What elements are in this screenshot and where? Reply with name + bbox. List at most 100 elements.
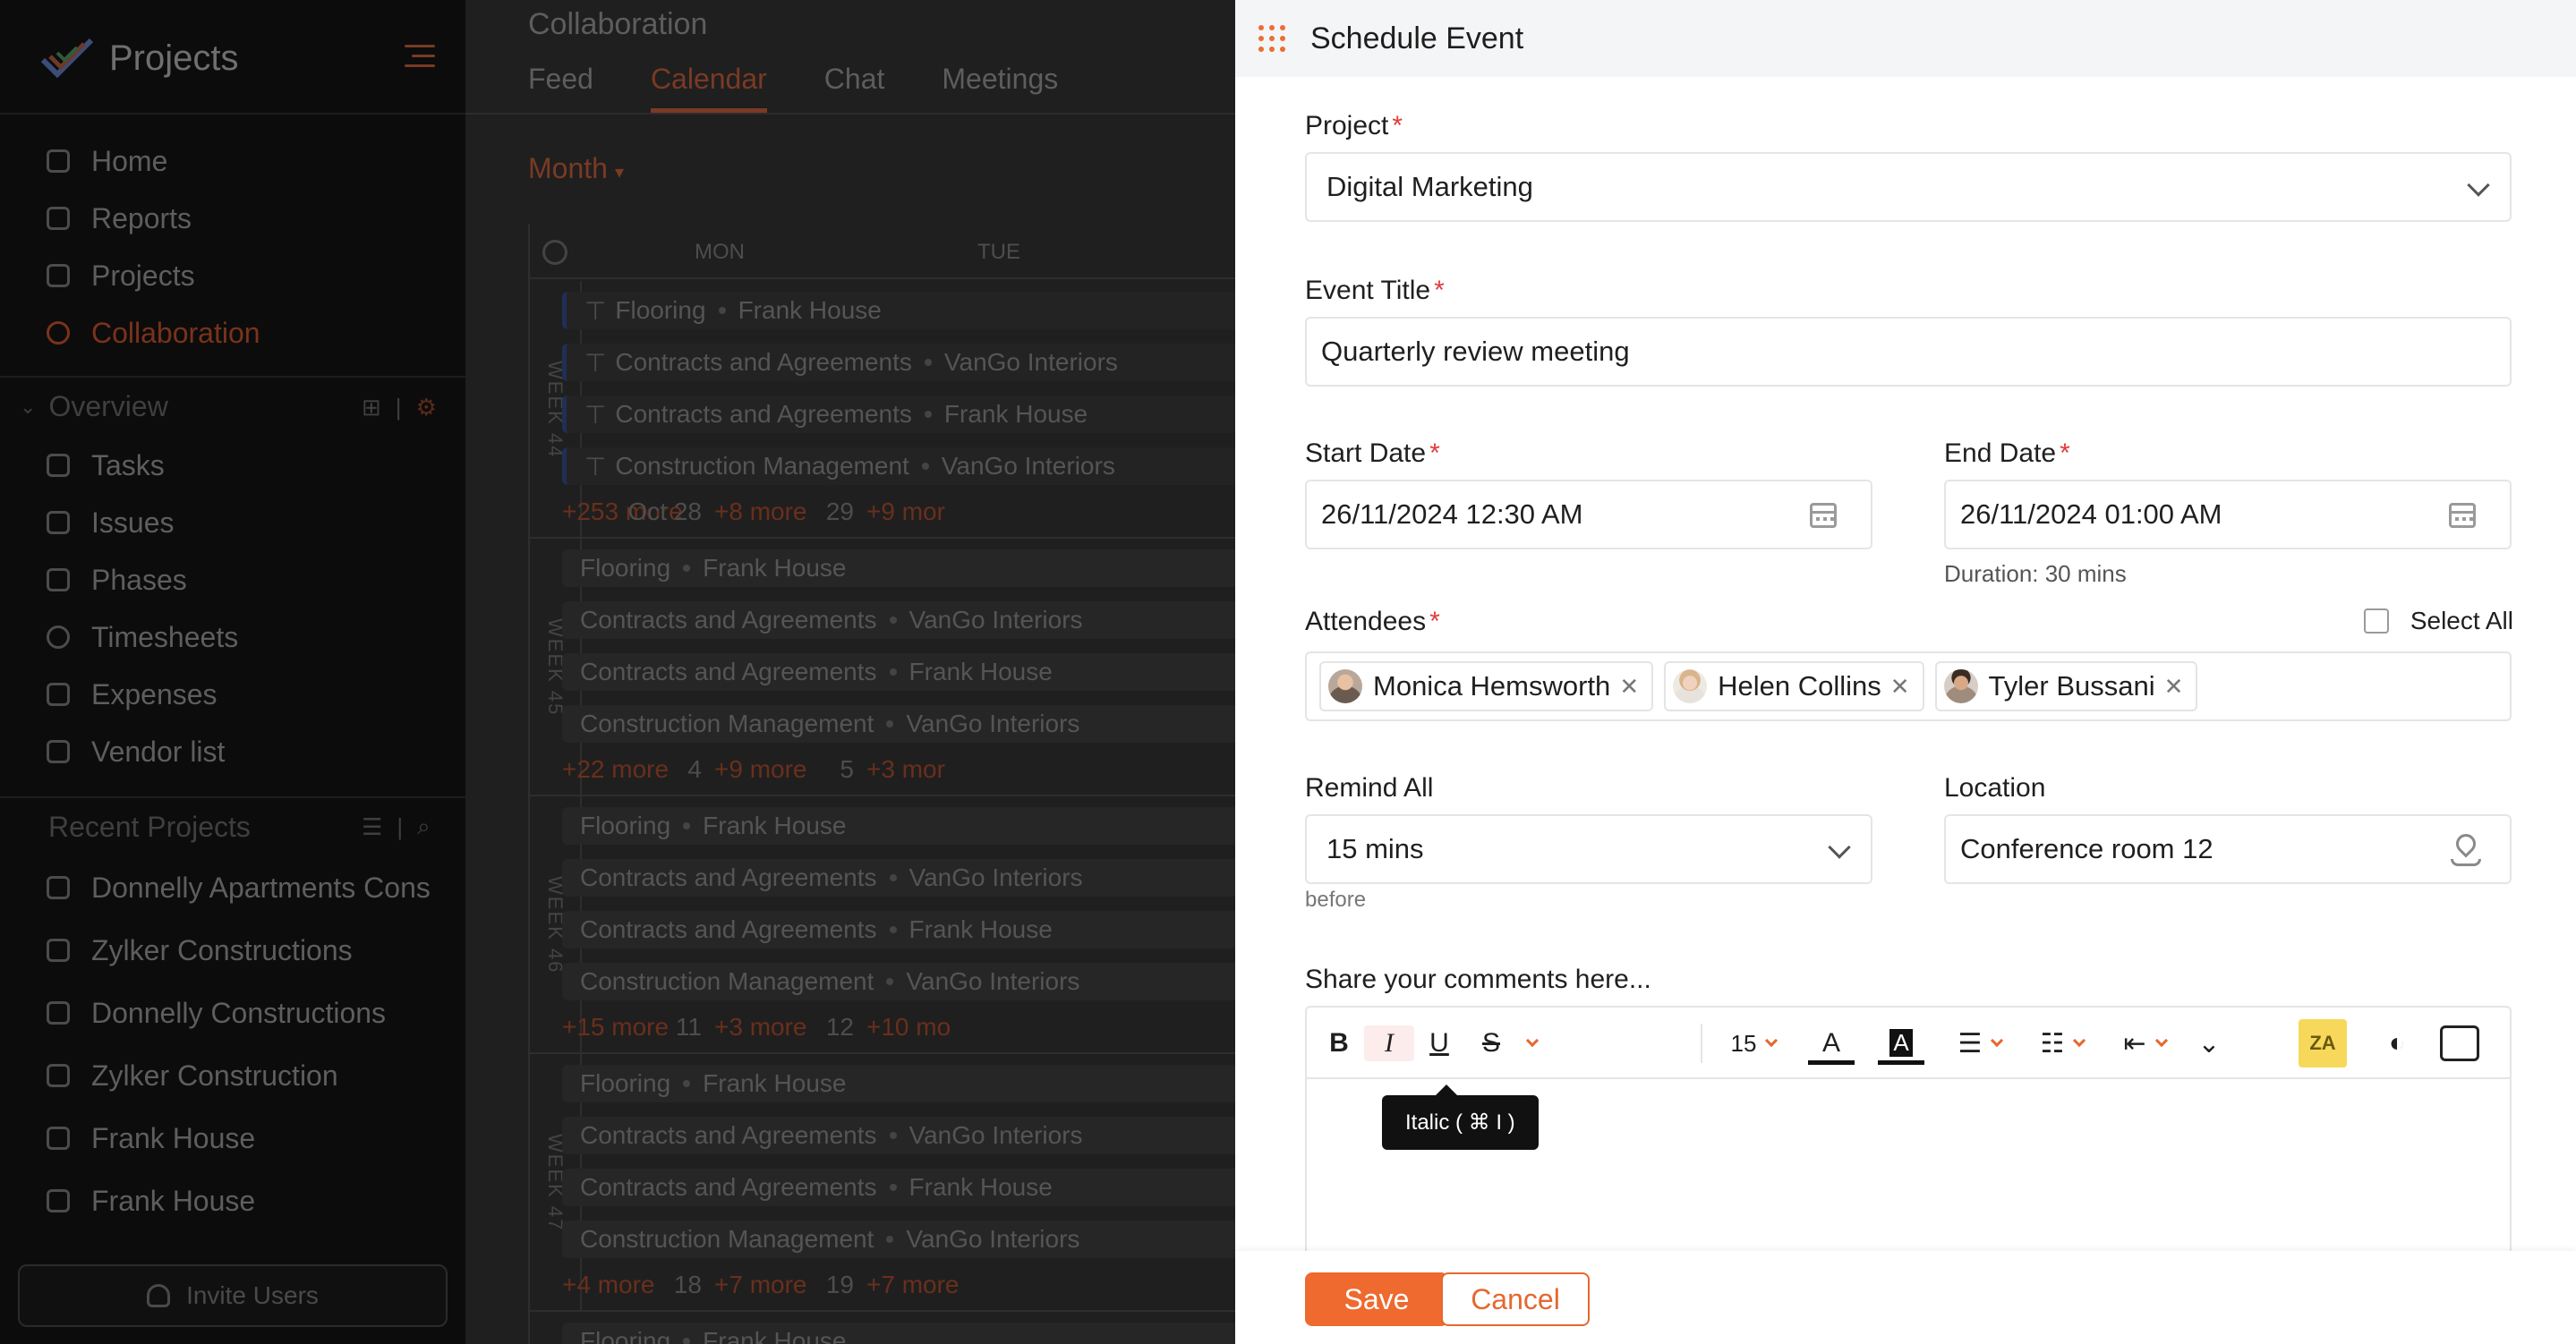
- nav-phases[interactable]: Phases: [47, 562, 187, 598]
- event-title-input[interactable]: Quarterly review meeting: [1305, 317, 2512, 387]
- recent-project-item[interactable]: Donnelly Constructions: [47, 995, 386, 1031]
- cancel-button[interactable]: Cancel: [1441, 1272, 1590, 1326]
- add-icon[interactable]: ⊞: [362, 394, 381, 421]
- calendar-icon[interactable]: [2449, 503, 2476, 528]
- select-all-toggle[interactable]: Select All: [2363, 607, 2513, 635]
- app-brand[interactable]: Projects: [39, 30, 239, 86]
- calendar-event[interactable]: Contracts and Agreements Frank House: [562, 911, 1235, 948]
- more-events-link[interactable]: +9 more: [714, 755, 807, 784]
- sync-icon[interactable]: [542, 240, 567, 265]
- remove-icon[interactable]: ✕: [1619, 673, 1639, 701]
- nav-expenses[interactable]: Expenses: [47, 676, 218, 712]
- remove-icon[interactable]: ✕: [2164, 673, 2184, 701]
- recent-project-item[interactable]: Zylker Construction: [47, 1058, 338, 1093]
- remind-select[interactable]: 15 mins: [1305, 814, 1872, 884]
- more-events-link[interactable]: +22 more: [562, 755, 669, 784]
- align-dropdown[interactable]: ☰: [1948, 1025, 2012, 1061]
- more-events-link[interactable]: +15 more: [562, 1013, 669, 1042]
- more-events-link[interactable]: +3 mor: [866, 755, 945, 784]
- nav-vendor-list[interactable]: Vendor list: [47, 734, 225, 770]
- calendar-event[interactable]: Contracts and Agreements Frank House: [562, 653, 1235, 691]
- remove-icon[interactable]: ✕: [1890, 673, 1910, 701]
- list-dropdown[interactable]: ☷: [2030, 1025, 2094, 1061]
- more-events-link[interactable]: +9 mor: [866, 498, 945, 526]
- overview-section-toggle[interactable]: ⌄ Overview: [20, 390, 168, 423]
- invite-label: Invite Users: [186, 1281, 319, 1309]
- more-events-link[interactable]: +7 more: [866, 1271, 960, 1299]
- recent-project-item[interactable]: Zylker Constructions: [47, 932, 353, 968]
- fullscreen-icon[interactable]: [2440, 1025, 2479, 1061]
- separator-dot: [924, 411, 932, 418]
- theme-toggle-icon[interactable]: ◐: [2377, 1025, 2417, 1061]
- recent-project-item[interactable]: Frank House: [47, 1183, 255, 1219]
- calendar-event[interactable]: ⊤ Construction Management VanGo Interiors: [562, 447, 1235, 485]
- nav-collaboration[interactable]: Collaboration: [47, 315, 260, 351]
- calendar-event[interactable]: Contracts and Agreements VanGo Interiors: [562, 601, 1235, 639]
- strikethrough-icon[interactable]: S: [1475, 1025, 1507, 1061]
- location-input[interactable]: Conference room 12: [1944, 814, 2512, 884]
- duration-text: Duration: 30 mins: [1944, 560, 2127, 587]
- select-all-checkbox[interactable]: [2363, 608, 2389, 634]
- more-tools-icon[interactable]: ⌄: [2193, 1025, 2225, 1061]
- more-events-link[interactable]: +10 mo: [866, 1013, 951, 1042]
- calendar-event[interactable]: ⊤ Contracts and Agreements Frank House: [562, 396, 1235, 433]
- recent-project-item[interactable]: Donnelly Apartments Cons: [47, 870, 431, 906]
- indent-dropdown[interactable]: ⇤: [2112, 1025, 2177, 1061]
- more-events-link[interactable]: +4 more: [562, 1271, 655, 1299]
- font-size-dropdown[interactable]: 15: [1713, 1025, 1794, 1061]
- recent-project-item[interactable]: Frank House: [47, 1120, 255, 1156]
- filter-icon[interactable]: ☰: [362, 813, 382, 841]
- more-events-link[interactable]: +7 more: [714, 1271, 807, 1299]
- tab-chat[interactable]: Chat: [824, 63, 885, 113]
- calendar-event[interactable]: Construction Management VanGo Interiors: [562, 1221, 1235, 1258]
- nav-reports[interactable]: Reports: [47, 200, 192, 236]
- calendar-event[interactable]: Flooring Frank House: [562, 1065, 1235, 1102]
- calendar-event[interactable]: ⊤ Flooring Frank House: [562, 292, 1235, 329]
- calendar-event[interactable]: Contracts and Agreements VanGo Interiors: [562, 859, 1235, 897]
- event-task: Flooring: [615, 296, 706, 324]
- event-task: Flooring: [580, 1069, 671, 1097]
- nav-home[interactable]: Home: [47, 143, 167, 179]
- view-mode-dropdown[interactable]: Month ▾: [528, 152, 624, 185]
- zia-assist-icon[interactable]: ZA: [2299, 1019, 2347, 1068]
- settings-icon[interactable]: ⚙: [416, 394, 437, 421]
- calendar-event[interactable]: Construction Management VanGo Interiors: [562, 963, 1235, 1000]
- milestone-icon: ⊤: [584, 348, 607, 377]
- hamburger-menu-icon[interactable]: [405, 45, 435, 68]
- calendar-icon[interactable]: [1810, 503, 1837, 528]
- calendar-event[interactable]: Flooring Frank House: [562, 549, 1235, 587]
- app-grid-icon[interactable]: [1258, 25, 1285, 52]
- folder-icon: [47, 939, 70, 962]
- more-events-link[interactable]: +8 more: [714, 498, 807, 526]
- nav-tasks[interactable]: Tasks: [47, 447, 165, 483]
- invite-users-button[interactable]: Invite Users: [18, 1264, 448, 1327]
- nav-issues[interactable]: Issues: [47, 505, 174, 540]
- more-format-dropdown[interactable]: [1511, 1025, 1543, 1061]
- tab-calendar[interactable]: Calendar: [650, 63, 767, 113]
- separator-dot: [886, 720, 894, 727]
- calendar-event[interactable]: Contracts and Agreements VanGo Interiors: [562, 1117, 1235, 1154]
- nav-label: Collaboration: [91, 316, 260, 349]
- calendar-event[interactable]: Flooring Frank House: [562, 1323, 1235, 1344]
- highlight-color-icon[interactable]: A: [1878, 1025, 1924, 1065]
- attendees-input[interactable]: Monica Hemsworth ✕ Helen Collins ✕ Tyler B…: [1305, 651, 2512, 721]
- nav-projects[interactable]: Projects: [47, 258, 195, 293]
- calendar-event[interactable]: Contracts and Agreements Frank House: [562, 1169, 1235, 1206]
- text-color-icon[interactable]: A: [1808, 1025, 1855, 1065]
- calendar-event[interactable]: Construction Management VanGo Interiors: [562, 705, 1235, 743]
- project-select[interactable]: Digital Marketing: [1305, 152, 2512, 222]
- italic-icon[interactable]: I: [1364, 1025, 1414, 1061]
- calendar-event[interactable]: Flooring Frank House: [562, 807, 1235, 845]
- search-icon[interactable]: ⌕: [417, 812, 431, 841]
- more-events-link[interactable]: +3 more: [714, 1013, 807, 1042]
- save-button[interactable]: Save: [1305, 1272, 1448, 1326]
- tab-meetings[interactable]: Meetings: [942, 63, 1058, 113]
- tab-feed[interactable]: Feed: [528, 63, 593, 113]
- attendee-name: Monica Hemsworth: [1373, 670, 1611, 702]
- end-date-input[interactable]: 26/11/2024 01:00 AM: [1944, 480, 2512, 549]
- start-date-input[interactable]: 26/11/2024 12:30 AM: [1305, 480, 1872, 549]
- calendar-event[interactable]: ⊤ Contracts and Agreements VanGo Interiors: [562, 344, 1235, 381]
- bold-icon[interactable]: B: [1323, 1025, 1355, 1061]
- underline-icon[interactable]: U: [1423, 1025, 1455, 1061]
- nav-timesheets[interactable]: Timesheets: [47, 619, 238, 655]
